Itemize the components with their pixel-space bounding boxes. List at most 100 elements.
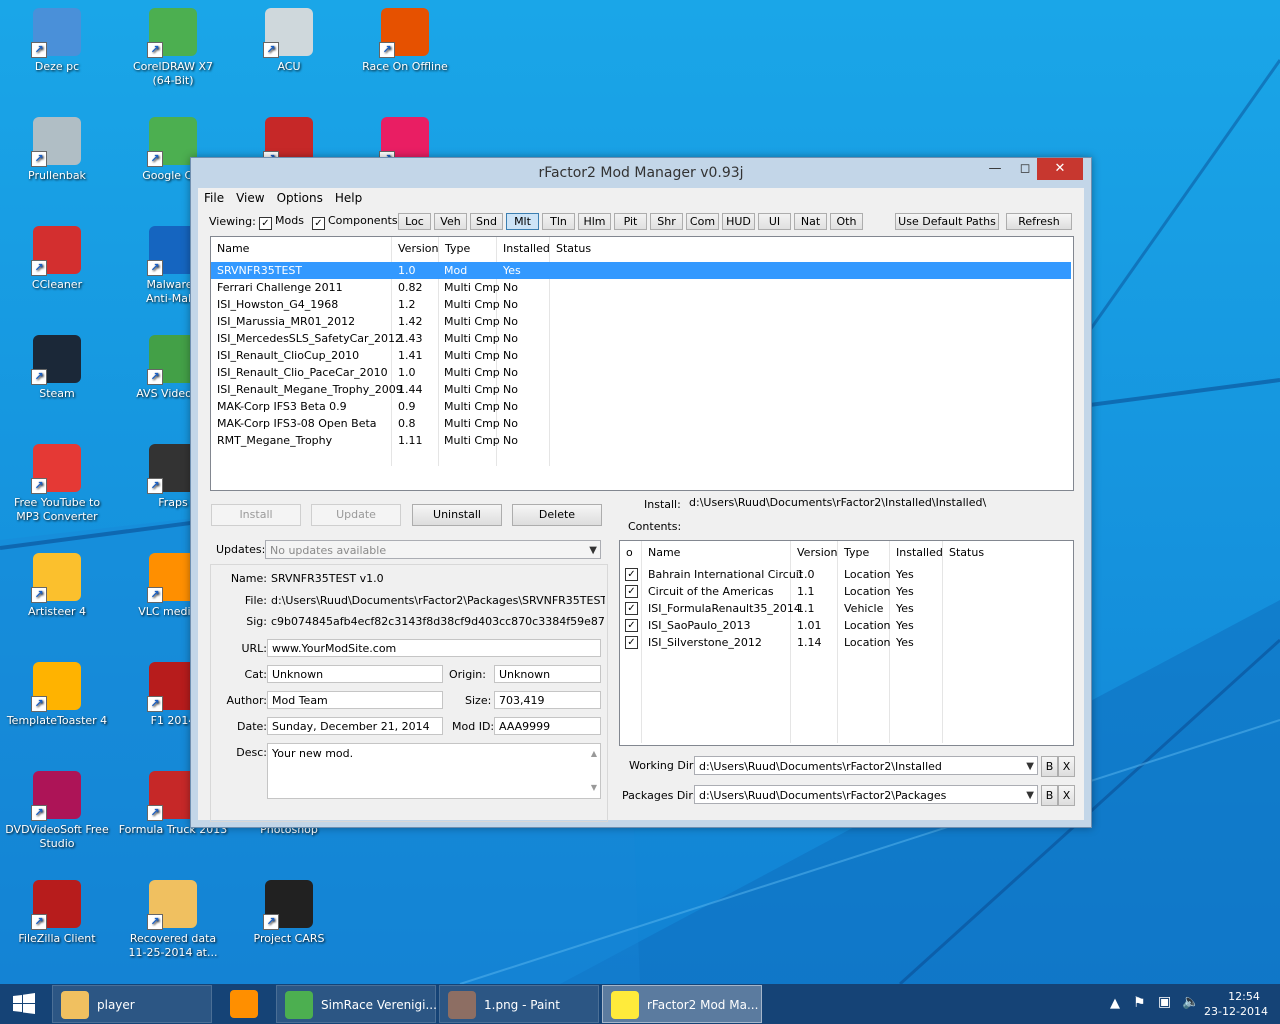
menu-options[interactable]: Options: [271, 188, 329, 208]
table-row[interactable]: Ferrari Challenge 2011 0.82 Multi Cmp No: [211, 279, 1071, 296]
taskbar-item[interactable]: [215, 985, 273, 1023]
filter-button-tln[interactable]: Tln: [542, 213, 575, 230]
contents-list[interactable]: o Name Version Type Installed Status ✓ Ba…: [619, 540, 1074, 746]
filter-button-shr[interactable]: Shr: [650, 213, 683, 230]
date-field[interactable]: Sunday, December 21, 2014: [267, 717, 443, 735]
menu-help[interactable]: Help: [329, 188, 368, 208]
packages-dir-browse-button[interactable]: B: [1041, 785, 1058, 806]
filter-button-loc[interactable]: Loc: [398, 213, 431, 230]
desktop-icon[interactable]: ↗ Free YouTube to MP3 Converter: [2, 438, 112, 538]
uninstall-button[interactable]: Uninstall: [412, 504, 502, 526]
menu-view[interactable]: View: [230, 188, 270, 208]
mods-checkbox[interactable]: ✓ Mods: [259, 214, 304, 230]
content-checkbox[interactable]: ✓: [625, 602, 638, 615]
table-row[interactable]: SRVNFR35TEST 1.0 Mod Yes: [211, 262, 1071, 279]
table-row[interactable]: ISI_Renault_Megane_Trophy_2009 1.44 Multi …: [211, 381, 1071, 398]
table-row[interactable]: ISI_Marussia_MR01_2012 1.42 Multi Cmp No: [211, 313, 1071, 330]
update-button[interactable]: Update: [311, 504, 401, 526]
menu-file[interactable]: File: [198, 188, 230, 208]
filter-button-com[interactable]: Com: [686, 213, 719, 230]
table-row[interactable]: MAK-Corp IFS3 Beta 0.9 0.9 Multi Cmp No: [211, 398, 1071, 415]
cat-field[interactable]: Unknown: [267, 665, 443, 683]
filter-button-hlm[interactable]: Hlm: [578, 213, 611, 230]
column-header-name[interactable]: Name: [211, 237, 392, 261]
refresh-button[interactable]: Refresh: [1006, 213, 1072, 230]
list-item[interactable]: ✓ Bahrain International Circuit 1.0 Locatio…: [620, 566, 1071, 583]
table-row[interactable]: MAK-Corp IFS3-08 Open Beta 0.8 Multi Cmp No: [211, 415, 1071, 432]
taskbar-item[interactable]: player: [52, 985, 212, 1023]
column-header-name[interactable]: Name: [642, 541, 791, 565]
desktop-icon[interactable]: ↗ Deze pc: [2, 2, 112, 102]
desktop-icon[interactable]: ↗ CorelDRAW X7 (64-Bit): [118, 2, 228, 102]
working-dir-clear-button[interactable]: X: [1058, 756, 1075, 777]
column-header-status[interactable]: Status: [943, 541, 1071, 565]
content-checkbox[interactable]: ✓: [625, 585, 638, 598]
origin-field[interactable]: Unknown: [494, 665, 601, 683]
table-row[interactable]: RMT_Megane_Trophy 1.11 Multi Cmp No: [211, 432, 1071, 449]
working-dir-select[interactable]: d:\Users\Ruud\Documents\rFactor2\Install…: [694, 756, 1038, 775]
start-button[interactable]: [0, 985, 50, 1023]
column-header-installed[interactable]: Installed: [890, 541, 943, 565]
scroll-down-icon[interactable]: ▼: [591, 780, 597, 796]
filter-button-snd[interactable]: Snd: [470, 213, 503, 230]
working-dir-browse-button[interactable]: B: [1041, 756, 1058, 777]
column-header-installed[interactable]: Installed: [497, 237, 550, 261]
taskbar-item[interactable]: SimRace Verenigi...: [276, 985, 437, 1023]
scroll-up-icon[interactable]: ▲: [591, 746, 597, 762]
packages-dir-clear-button[interactable]: X: [1058, 785, 1075, 806]
desktop-icon[interactable]: ↗ TemplateToaster 4: [2, 656, 112, 756]
column-header-type[interactable]: Type: [439, 237, 497, 261]
content-checkbox[interactable]: ✓: [625, 568, 638, 581]
desktop-icon[interactable]: ↗ Artisteer 4: [2, 547, 112, 647]
filter-button-hud[interactable]: HUD: [722, 213, 755, 230]
desktop-icon[interactable]: ↗ Steam: [2, 329, 112, 429]
desktop-icon[interactable]: ↗ FileZilla Client: [2, 874, 112, 974]
filter-button-oth[interactable]: Oth: [830, 213, 863, 230]
url-field[interactable]: www.YourModSite.com: [267, 639, 601, 657]
network-icon[interactable]: ▣: [1158, 994, 1171, 1010]
desktop-icon[interactable]: ↗ Prullenbak: [2, 111, 112, 211]
install-button[interactable]: Install: [211, 504, 301, 526]
desktop-icon[interactable]: ↗ CCleaner: [2, 220, 112, 320]
volume-icon[interactable]: 🔈: [1182, 994, 1199, 1010]
updates-select[interactable]: No updates available ▼: [265, 540, 601, 559]
close-icon[interactable]: ✕: [1037, 158, 1083, 180]
list-item[interactable]: ✓ ISI_FormulaRenault35_2014 1.1 Vehicle Yes: [620, 600, 1071, 617]
content-checkbox[interactable]: ✓: [625, 636, 638, 649]
author-field[interactable]: Mod Team: [267, 691, 443, 709]
table-row[interactable]: ISI_Renault_ClioCup_2010 1.41 Multi Cmp No: [211, 347, 1071, 364]
column-header-check[interactable]: o: [620, 541, 642, 565]
modid-field[interactable]: AAA9999: [494, 717, 601, 735]
clock-time[interactable]: 12:54: [1224, 990, 1264, 1003]
use-default-paths-button[interactable]: Use Default Paths: [895, 213, 999, 230]
minimize-icon[interactable]: —: [981, 158, 1009, 180]
desktop-icon[interactable]: ↗ Recovered data 11-25-2014 at...: [118, 874, 228, 974]
column-header-version[interactable]: Version: [791, 541, 838, 565]
clock-date[interactable]: 23-12-2014: [1204, 1005, 1268, 1018]
list-item[interactable]: ✓ Circuit of the Americas 1.1 Location Yes: [620, 583, 1071, 600]
taskbar-item[interactable]: rFactor2 Mod Ma...: [602, 985, 762, 1023]
title-bar[interactable]: rFactor2 Mod Manager v0.93j — ◻ ✕: [191, 158, 1091, 188]
column-header-status[interactable]: Status: [550, 237, 1071, 261]
filter-button-veh[interactable]: Veh: [434, 213, 467, 230]
table-row[interactable]: ISI_Renault_Clio_PaceCar_2010 1.0 Multi Cm…: [211, 364, 1071, 381]
packages-dir-select[interactable]: d:\Users\Ruud\Documents\rFactor2\Package…: [694, 785, 1038, 804]
size-field[interactable]: 703,419: [494, 691, 601, 709]
delete-button[interactable]: Delete: [512, 504, 602, 526]
table-row[interactable]: ISI_Howston_G4_1968 1.2 Multi Cmp No: [211, 296, 1071, 313]
desktop-icon[interactable]: ↗ DVDVideoSoft Free Studio: [2, 765, 112, 865]
desc-field[interactable]: Your new mod. ▲ ▼: [267, 743, 601, 799]
list-item[interactable]: ✓ ISI_SaoPaulo_2013 1.01 Location Yes: [620, 617, 1071, 634]
desktop-icon[interactable]: ↗ Race On Offline: [350, 2, 460, 102]
desktop-icon[interactable]: ↗ ACU: [234, 2, 344, 102]
components-checkbox[interactable]: ✓ Components: [312, 214, 398, 230]
column-header-type[interactable]: Type: [838, 541, 890, 565]
list-item[interactable]: ✓ ISI_Silverstone_2012 1.14 Location Yes: [620, 634, 1071, 651]
show-hidden-icons-icon[interactable]: ▲: [1110, 996, 1120, 1011]
maximize-icon[interactable]: ◻: [1011, 158, 1039, 180]
mods-list[interactable]: Name Version Type Installed Status SRVNF…: [210, 236, 1074, 491]
filter-button-pit[interactable]: Pit: [614, 213, 647, 230]
filter-button-ui[interactable]: UI: [758, 213, 791, 230]
desktop-icon[interactable]: ↗ Project CARS: [234, 874, 344, 974]
table-row[interactable]: ISI_MercedesSLS_SafetyCar_2012 1.43 Multi …: [211, 330, 1071, 347]
